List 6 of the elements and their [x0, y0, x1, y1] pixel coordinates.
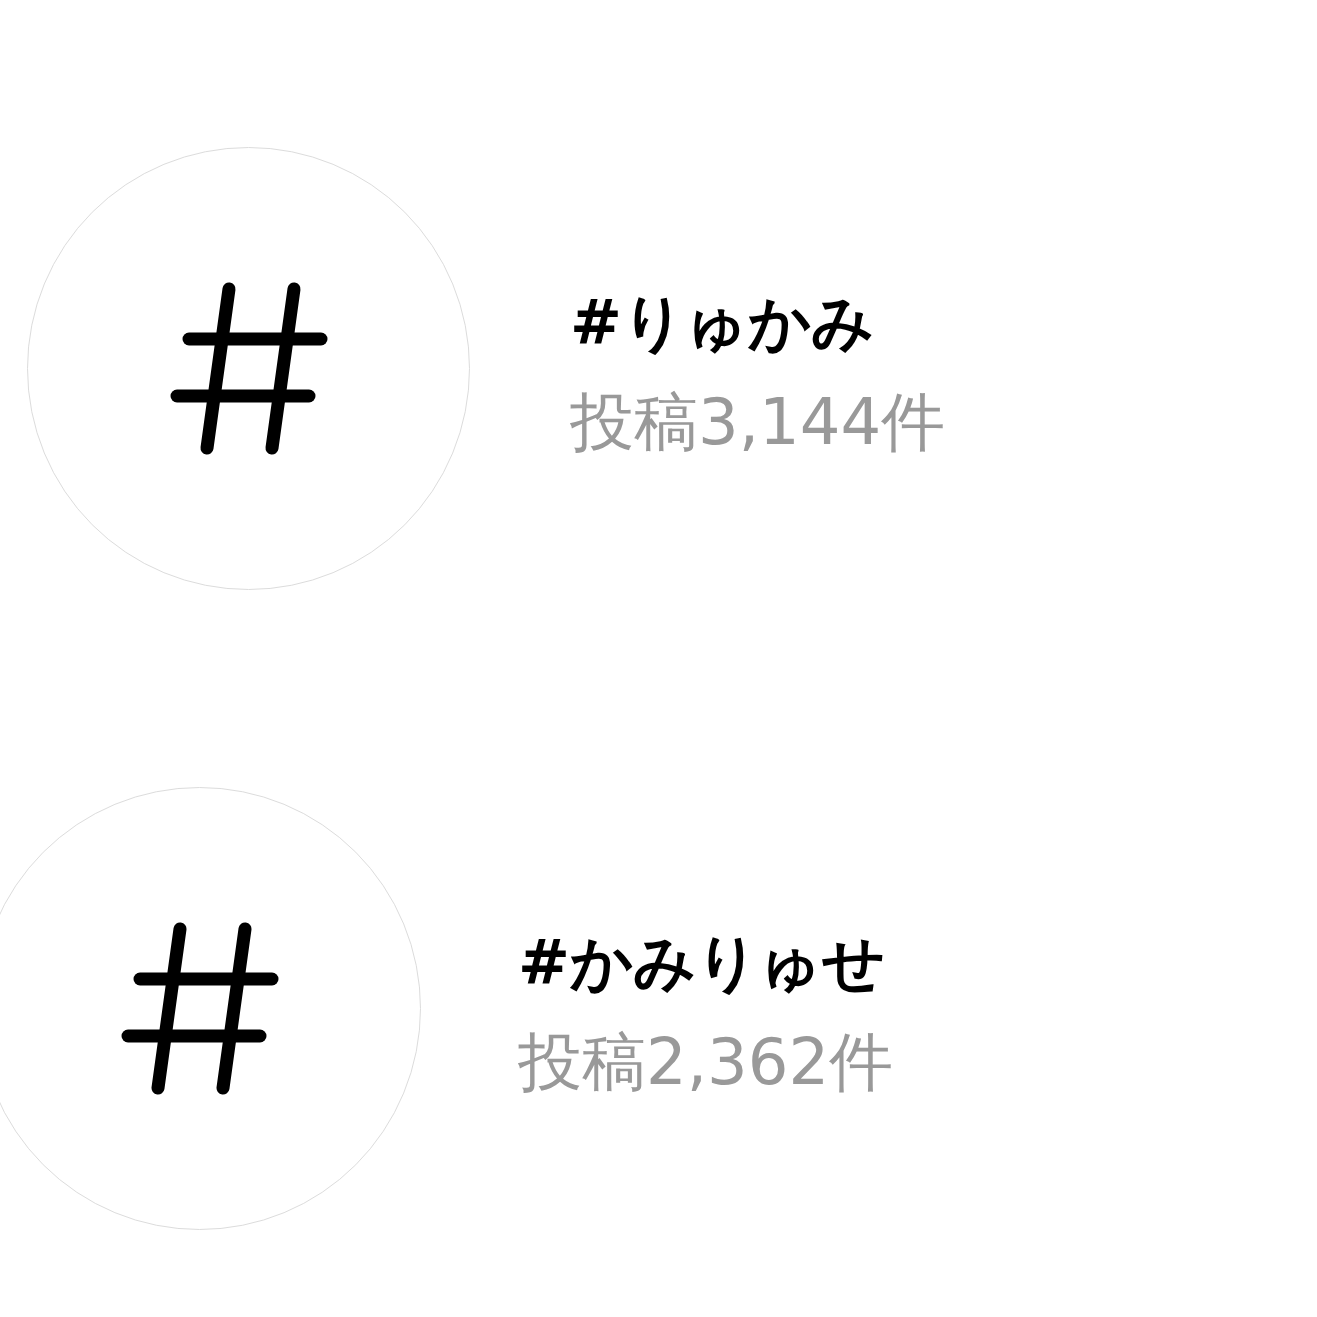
post-count: 投稿2,362件: [518, 1024, 894, 1101]
hashtag-name[interactable]: #かみりゅせ: [518, 921, 894, 1005]
post-count: 投稿3,144件: [570, 384, 946, 461]
hashtag-icon: [168, 281, 329, 456]
hashtag-icon: [119, 921, 280, 1096]
hashtag-name[interactable]: #りゅかみ: [570, 281, 946, 365]
